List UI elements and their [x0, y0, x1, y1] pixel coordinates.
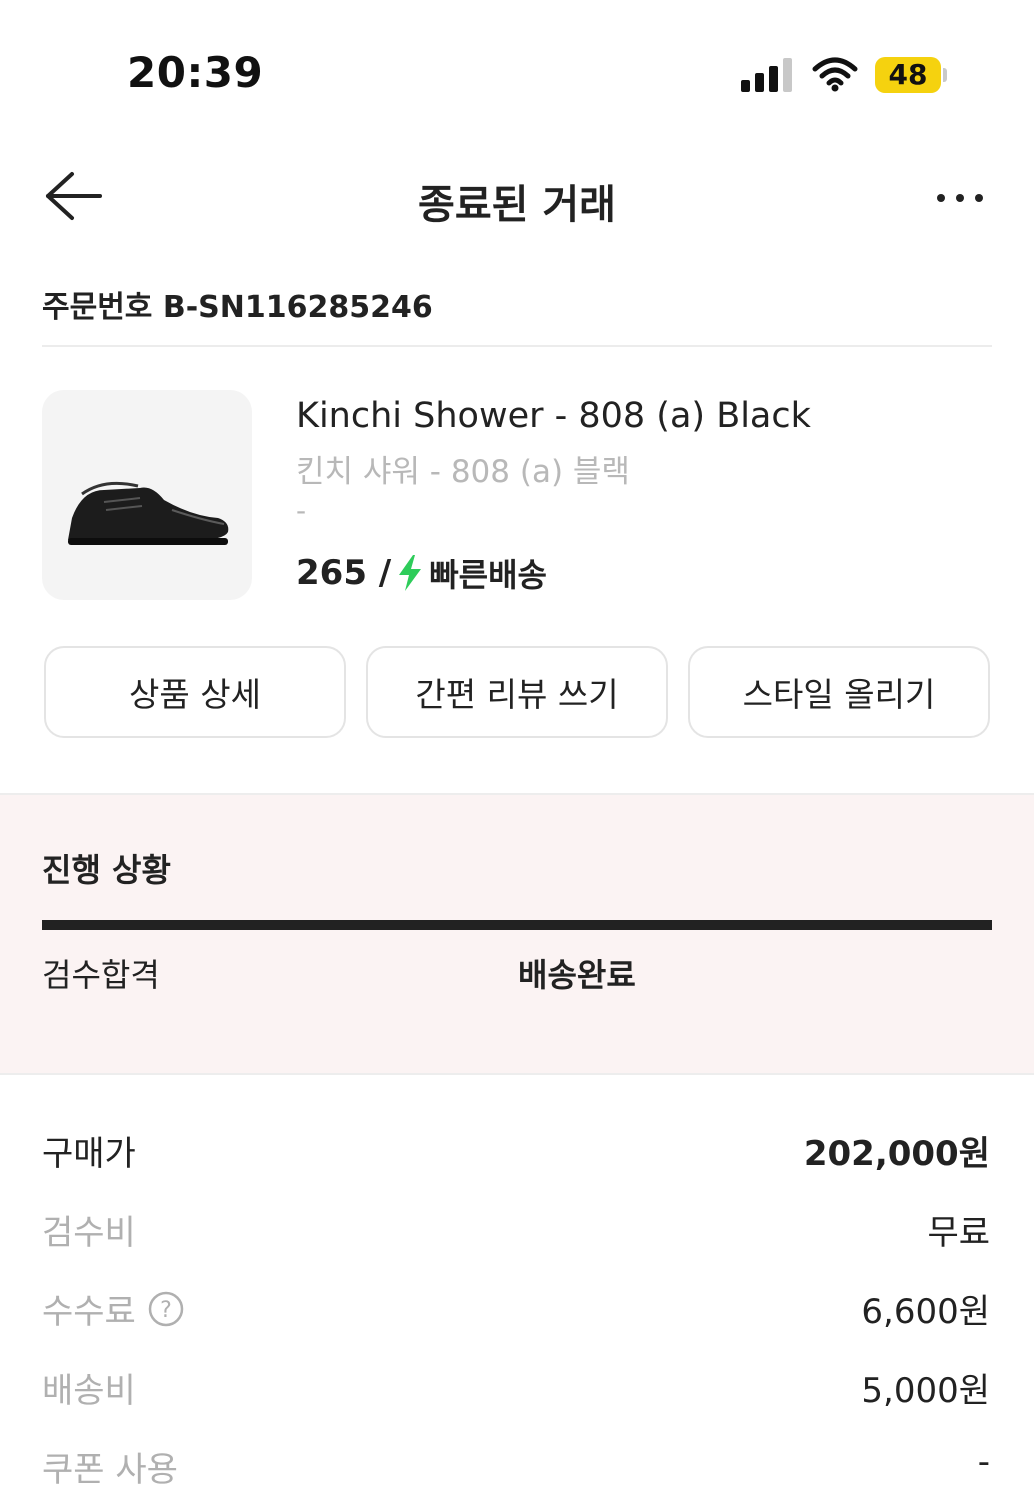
order-number-label: 주문번호 — [42, 290, 153, 325]
progress-bar — [42, 920, 992, 930]
commission-row-label: 수수료 ? — [42, 1284, 184, 1333]
more-options-icon[interactable] — [930, 180, 990, 216]
fast-shipping-label: 빠른배송 — [429, 556, 547, 594]
product-size-row: 265 / 빠른배송 — [296, 548, 547, 598]
battery-level: 48 — [888, 58, 928, 91]
cellular-signal-icon — [741, 58, 792, 92]
battery-nub — [943, 68, 947, 82]
product-name-english[interactable]: Kinchi Shower - 808 (a) Black — [296, 396, 811, 436]
step-delivered: 배송완료 — [518, 956, 636, 994]
product-name-korean: 킨치 샤워 - 808 (a) 블랙 — [296, 454, 630, 490]
wifi-icon — [812, 57, 858, 92]
product-size: 265 / — [296, 553, 392, 593]
product-thumbnail[interactable] — [42, 390, 252, 600]
help-question-icon[interactable]: ? — [148, 1291, 184, 1327]
step-inspection-passed: 검수합격 — [42, 956, 160, 994]
status-time: 20:39 — [127, 48, 264, 97]
progress-section — [0, 793, 1034, 1075]
battery-indicator: 48 — [875, 57, 941, 93]
product-detail-button[interactable]: 상품 상세 — [44, 646, 346, 738]
inspection-fee-value: 무료 — [927, 1213, 990, 1253]
order-number-value: B-SN116285246 — [162, 290, 433, 325]
commission-label: 수수료 — [42, 1292, 136, 1332]
shipping-fee-label: 배송비 — [42, 1371, 136, 1411]
progress-title: 진행 상황 — [42, 851, 171, 889]
write-review-button-label: 간편 리뷰 쓰기 — [415, 675, 619, 714]
shipping-fee-value: 5,000원 — [861, 1371, 990, 1411]
coupon-value: - — [977, 1442, 990, 1482]
page-title: 종료된 거래 — [418, 182, 616, 228]
shoe-image — [68, 481, 229, 545]
product-detail-button-label: 상품 상세 — [129, 675, 261, 714]
divider — [42, 345, 992, 347]
upload-style-button-label: 스타일 올리기 — [742, 675, 936, 714]
upload-style-button[interactable]: 스타일 올리기 — [688, 646, 990, 738]
coupon-label: 쿠폰 사용 — [42, 1450, 178, 1490]
purchase-price-label: 구매가 — [42, 1134, 136, 1174]
product-option: - — [296, 494, 307, 527]
order-number: 주문번호 B-SN116285246 — [42, 282, 433, 326]
lightning-icon — [399, 555, 422, 591]
inspection-fee-label: 검수비 — [42, 1213, 136, 1253]
purchase-price-value: 202,000원 — [803, 1134, 990, 1174]
svg-text:?: ? — [160, 1298, 172, 1323]
write-review-button[interactable]: 간편 리뷰 쓰기 — [366, 646, 668, 738]
commission-value: 6,600원 — [861, 1292, 990, 1332]
